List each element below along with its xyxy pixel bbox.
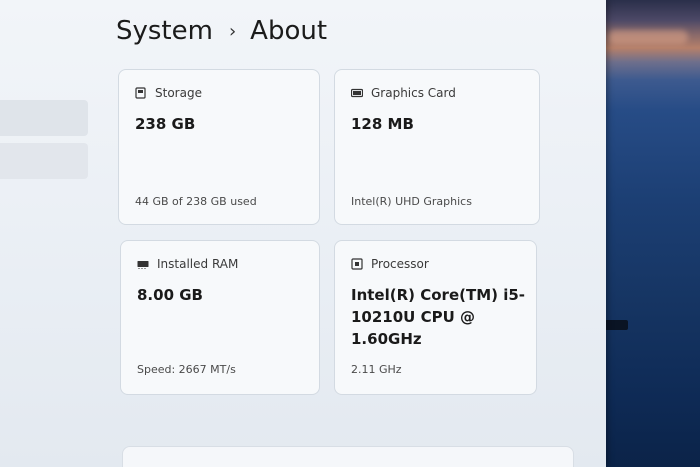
processor-value: Intel(R) Core(TM) i5-10210U CPU @ 1.60GH… [351,286,526,348]
storage-drive-icon [135,87,147,99]
installed-ram-card: Installed RAM 8.00 GB Speed: 2667 MT/s [120,240,320,395]
wallpaper-cloud [608,30,688,44]
graphics-card-card: Graphics Card 128 MB Intel(R) UHD Graphi… [334,69,540,225]
memory-icon [137,258,149,270]
wallpaper-boat [604,320,628,330]
settings-window: System › About Storage 238 GB 44 GB of 2… [0,0,606,467]
breadcrumb: System › About [116,14,327,48]
card-header: Graphics Card [350,86,456,100]
card-header: Installed RAM [137,257,238,271]
graphics-card-value: 128 MB [351,115,414,133]
card-header: Processor [351,257,429,271]
graphics-card-label: Graphics Card [371,86,456,100]
breadcrumb-parent[interactable]: System [116,16,213,46]
graphics-card-icon [350,87,364,99]
storage-label: Storage [155,86,202,100]
processor-label: Processor [371,257,429,271]
card-header: Storage [135,86,202,100]
storage-card: Storage 238 GB 44 GB of 238 GB used [118,69,320,225]
installed-ram-label: Installed RAM [157,257,239,271]
processor-card: Processor Intel(R) Core(TM) i5-10210U CP… [334,240,537,395]
processor-detail: 2.11 GHz [351,363,402,376]
graphics-card-detail: Intel(R) UHD Graphics [351,195,472,208]
installed-ram-value: 8.00 GB [137,286,203,304]
installed-ram-detail: Speed: 2667 MT/s [137,363,236,376]
nav-item[interactable] [0,100,88,136]
storage-detail: 44 GB of 238 GB used [135,195,257,208]
desktop-wallpaper [600,0,700,467]
device-specifications-section[interactable] [122,446,574,467]
processor-chip-icon [351,258,363,270]
storage-value: 238 GB [135,115,196,133]
page-title: About [250,16,328,46]
breadcrumb-separator: › [228,20,237,42]
nav-item-selected[interactable] [0,143,88,179]
